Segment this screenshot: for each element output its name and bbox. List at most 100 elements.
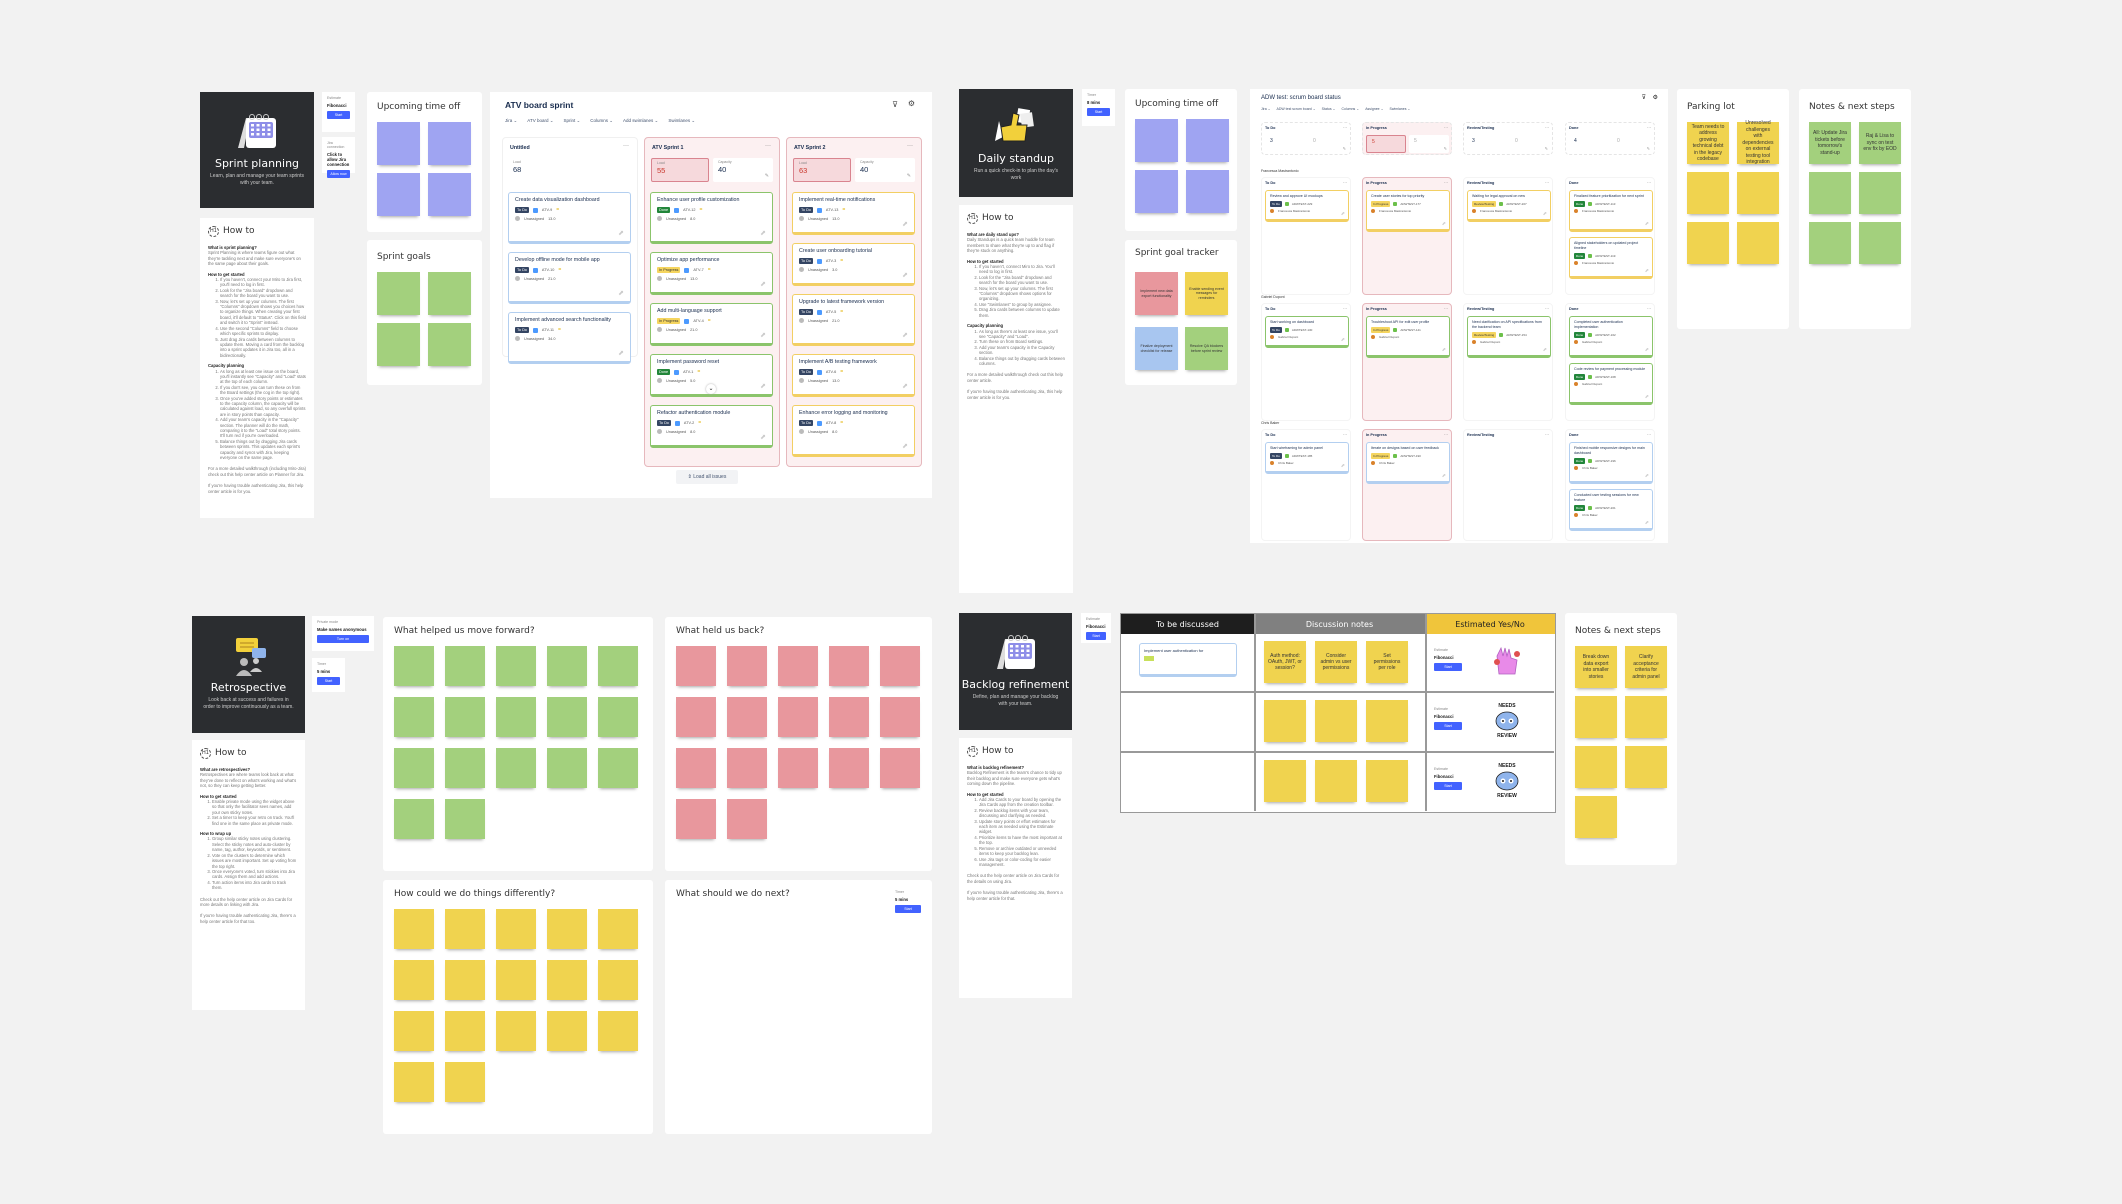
sticky-note[interactable] xyxy=(598,1011,638,1051)
estimate-start-button[interactable]: Start xyxy=(1434,782,1462,790)
sticky-note[interactable] xyxy=(496,909,536,949)
sticky-note[interactable] xyxy=(598,960,638,1000)
jira-card[interactable]: Create user stories for top priority In P… xyxy=(1366,190,1450,232)
sticky-note[interactable] xyxy=(428,323,471,366)
sticky-note[interactable] xyxy=(1737,172,1779,214)
jira-card[interactable]: Review and approve UI mockups To Do ADWTES… xyxy=(1265,190,1349,222)
sticky-note[interactable] xyxy=(727,748,767,788)
sticky-note[interactable] xyxy=(829,697,869,737)
column-menu-icon[interactable]: ··· xyxy=(1545,125,1549,130)
edit-pencil-icon[interactable]: ✎ xyxy=(907,173,911,179)
sticky-note[interactable] xyxy=(1135,170,1178,213)
sticky-note[interactable] xyxy=(1575,696,1617,738)
discussion-sticky[interactable] xyxy=(1366,700,1408,742)
jira-card[interactable]: Start working on dashboard To Do ADWTEST-1… xyxy=(1265,316,1349,348)
goal-sticky[interactable]: Finalize deployment checklist for releas… xyxy=(1135,327,1178,370)
sticky-note[interactable] xyxy=(547,960,587,1000)
help-center-link[interactable]: If you're having trouble authenticating … xyxy=(967,389,1065,400)
sticky-note[interactable] xyxy=(1135,119,1178,162)
jira-card[interactable]: Need clarification on API specifications… xyxy=(1467,316,1551,358)
discussion-sticky[interactable]: Consider admin vs user permissions xyxy=(1315,641,1357,683)
sticky-note[interactable] xyxy=(1859,222,1901,264)
jira-card[interactable]: Optimize app performance In Progress ATV-7… xyxy=(650,252,773,295)
sticky-note[interactable] xyxy=(1809,172,1851,214)
private-mode-widget-button[interactable]: Turn on xyxy=(317,635,369,643)
jira-connection-widget-button[interactable]: Allow now xyxy=(327,170,350,178)
sticky-note[interactable] xyxy=(1625,696,1667,738)
column-menu-icon[interactable]: ··· xyxy=(1545,180,1549,185)
sticky-note[interactable] xyxy=(598,909,638,949)
sticky-note[interactable] xyxy=(496,960,536,1000)
discussion-sticky[interactable] xyxy=(1366,760,1408,802)
toolbar-dropdown[interactable]: ATV board ⌄ xyxy=(527,118,553,124)
sticky-note[interactable] xyxy=(1737,222,1779,264)
jira-card[interactable]: Finalized feature prioritization for nex… xyxy=(1569,190,1653,232)
load-all-issues-button[interactable]: ⇕ Load all issues xyxy=(676,470,738,484)
toolbar-dropdown[interactable]: Columns ⌄ xyxy=(590,118,613,124)
help-center-link[interactable]: If you're having trouble authenticating … xyxy=(967,890,1064,901)
sticky-note[interactable] xyxy=(496,1011,536,1051)
expand-chevron-icon[interactable]: ⌄ xyxy=(706,384,716,394)
sticky-note[interactable] xyxy=(394,697,434,737)
sticky-note[interactable]: Clarify acceptance criteria for admin pa… xyxy=(1625,646,1667,688)
sticky-note[interactable]: Team needs to address growing technical … xyxy=(1687,122,1729,164)
column-menu-icon[interactable]: ··· xyxy=(1647,432,1651,437)
column-menu-icon[interactable]: ··· xyxy=(1647,306,1651,311)
sticky-note[interactable] xyxy=(598,646,638,686)
sticky-note[interactable] xyxy=(445,1062,485,1102)
column-menu-icon[interactable]: ··· xyxy=(1545,306,1549,311)
sticky-note[interactable] xyxy=(547,748,587,788)
column-menu-icon[interactable]: ··· xyxy=(1343,306,1347,311)
sticky-note[interactable]: Unresolved challenges with dependencies … xyxy=(1737,120,1779,165)
sticky-note[interactable] xyxy=(778,748,818,788)
sticky-note[interactable] xyxy=(778,646,818,686)
sticky-note[interactable]: Break down data export into smaller stor… xyxy=(1575,646,1617,688)
sticky-note[interactable] xyxy=(377,173,420,216)
jira-card[interactable]: Upgrade to latest framework version To Do… xyxy=(792,294,915,346)
sticky-note[interactable] xyxy=(727,697,767,737)
sticky-note[interactable] xyxy=(445,646,485,686)
discussion-sticky[interactable] xyxy=(1264,700,1306,742)
toolbar-dropdown[interactable]: ADW test scrum board ⌄ xyxy=(1277,107,1316,111)
sticky-note[interactable] xyxy=(676,748,716,788)
sticky-note[interactable] xyxy=(428,122,471,165)
sticky-note[interactable] xyxy=(394,799,434,839)
sticky-note[interactable] xyxy=(778,697,818,737)
toolbar-dropdown[interactable]: Assignee ⌄ xyxy=(1365,107,1383,111)
column-menu-icon[interactable]: ··· xyxy=(1343,180,1347,185)
column-menu-icon[interactable]: ··· xyxy=(1444,306,1448,311)
jira-card[interactable]: Waiting for legal approval on new Review/… xyxy=(1467,190,1551,222)
toolbar-dropdown[interactable]: Sprint ⌄ xyxy=(563,118,580,124)
toolbar-dropdown[interactable]: Swimlanes ⌄ xyxy=(1390,107,1411,111)
toolbar-dropdown[interactable]: Status ⌄ xyxy=(1322,107,1336,111)
settings-gear-icon[interactable]: ⚙ xyxy=(908,99,915,108)
goal-sticky[interactable]: Implement new data export functionality xyxy=(1135,272,1178,315)
sticky-note[interactable] xyxy=(428,272,471,315)
sticky-note[interactable] xyxy=(1575,746,1617,788)
toolbar-dropdown[interactable]: Jira ⌄ xyxy=(1261,107,1271,111)
help-center-link[interactable]: Check out the help center article on Jir… xyxy=(200,897,297,908)
sticky-note[interactable] xyxy=(727,799,767,839)
sticky-note[interactable] xyxy=(676,799,716,839)
toolbar-dropdown[interactable]: Swimlanes ⌄ xyxy=(668,118,695,124)
column-menu-icon[interactable]: ··· xyxy=(1444,125,1448,130)
help-center-link[interactable]: For a more detailed walkthrough (includi… xyxy=(208,466,306,477)
sticky-note[interactable] xyxy=(547,697,587,737)
sticky-note[interactable] xyxy=(377,122,420,165)
sticky-note[interactable] xyxy=(377,272,420,315)
discussion-sticky[interactable] xyxy=(1315,700,1357,742)
jira-card[interactable]: Enhance user profile customization Done AT… xyxy=(650,192,773,244)
discussion-sticky[interactable] xyxy=(1264,760,1306,802)
backlog-jira-card[interactable]: Implement user authentication for xyxy=(1139,643,1237,677)
sticky-note[interactable] xyxy=(496,646,536,686)
sticky-note[interactable] xyxy=(394,1062,434,1102)
sticky-note[interactable] xyxy=(880,697,920,737)
sticky-note[interactable] xyxy=(829,646,869,686)
sticky-note[interactable] xyxy=(394,1011,434,1051)
sticky-note[interactable] xyxy=(445,748,485,788)
sticky-note[interactable] xyxy=(445,960,485,1000)
jira-card[interactable]: Create data visualization dashboard To Do… xyxy=(508,192,631,244)
timer-widget-button[interactable]: Start xyxy=(1087,108,1110,116)
edit-pencil-icon[interactable]: ✎ xyxy=(765,173,769,179)
sticky-note[interactable] xyxy=(1687,222,1729,264)
